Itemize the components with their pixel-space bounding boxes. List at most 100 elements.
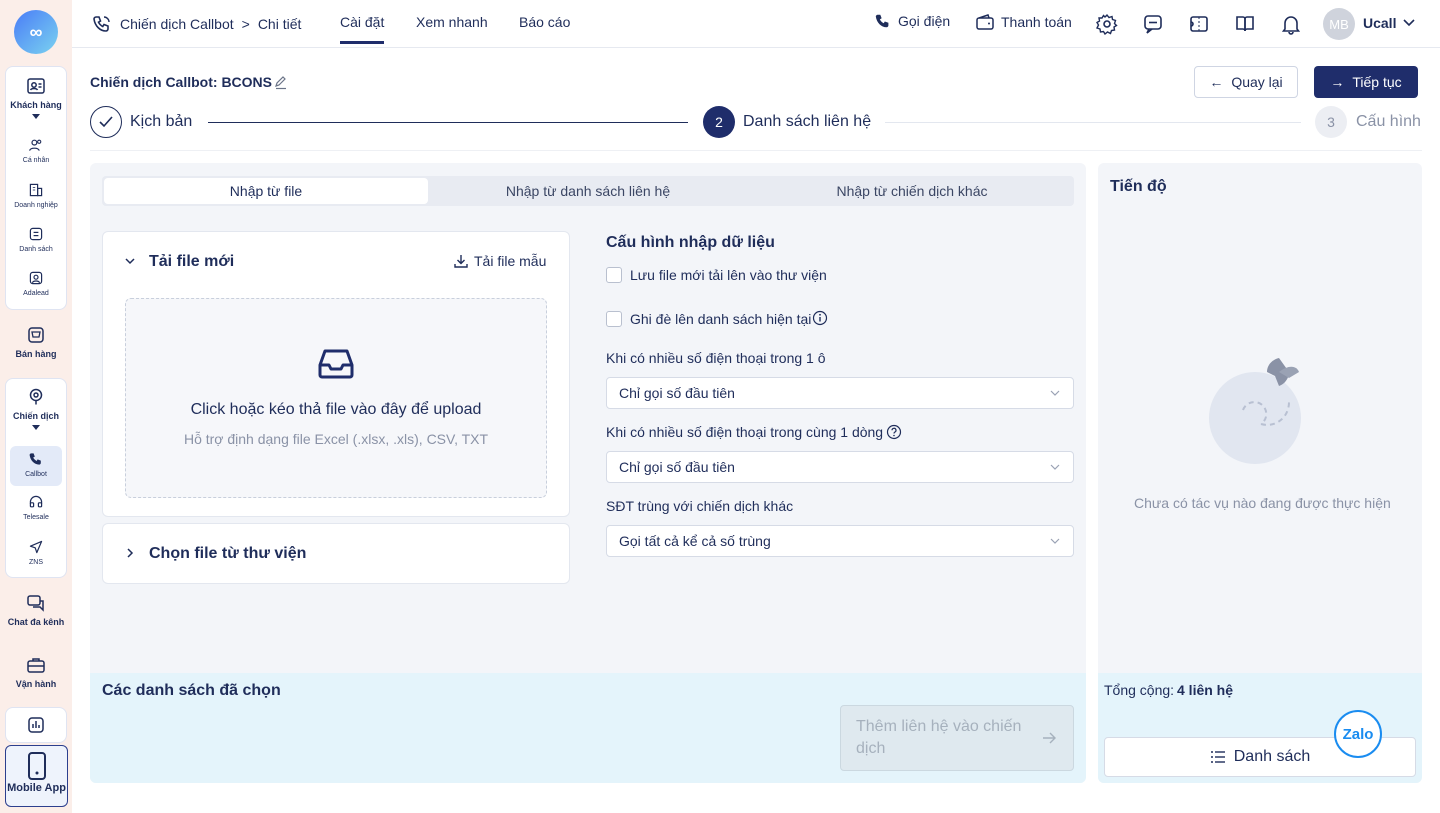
tab-report[interactable]: Báo cáo — [519, 14, 570, 30]
duplicate-select[interactable]: Gọi tất cả kể cả số trùng — [606, 525, 1074, 557]
multi-phone-row-select[interactable]: Chỉ gọi số đầu tiên — [606, 451, 1074, 483]
import-tabs: Nhập từ file Nhập từ danh sách liên hệ N… — [102, 176, 1074, 206]
continue-button[interactable]: → Tiếp tục — [1314, 66, 1418, 98]
add-contacts-button[interactable]: Thêm liên hệ vào chiến dịch — [840, 705, 1074, 771]
info-icon[interactable] — [812, 310, 828, 326]
chevron-down-icon[interactable] — [1403, 18, 1415, 28]
overwrite-checkbox[interactable] — [606, 311, 622, 327]
multi-phone-cell-value: Chỉ gọi số đầu tiên — [619, 385, 735, 401]
step-3-label: Cấu hình — [1356, 113, 1421, 130]
sidebar-item-operations[interactable]: Vận hành — [0, 655, 72, 689]
overwrite-label: Ghi đè lên danh sách hiện tại — [630, 311, 812, 327]
sidebar-item-campaign[interactable]: Chiến dịch — [0, 387, 72, 430]
sidebar-item-telesale[interactable]: Telesale — [0, 494, 72, 521]
tab-import-campaign[interactable]: Nhập từ chiến dịch khác — [750, 176, 1074, 206]
sidebar-item-personal[interactable]: Cá nhân — [0, 137, 72, 164]
step-2-number: 2 — [703, 106, 735, 138]
sidebar-item-sales[interactable]: Bán hàng — [0, 325, 72, 359]
sidebar-item-business[interactable]: Doanh nghiệp — [0, 182, 72, 209]
check-icon — [99, 116, 113, 128]
call-button[interactable]: Gọi điện — [874, 12, 950, 30]
add-contacts-label: Thêm liên hệ vào chiến dịch — [856, 718, 1022, 757]
sidebar-item-callbot[interactable]: Callbot — [0, 451, 72, 478]
briefcase-icon — [27, 658, 45, 673]
mobile-app-button[interactable]: Mobile App — [5, 745, 68, 807]
breadcrumb-separator: > — [241, 16, 250, 32]
dropzone-text: Click hoặc kéo thả file vào đây để uploa… — [190, 401, 482, 418]
save-library-checkbox[interactable] — [606, 267, 622, 283]
chevron-down-icon — [1050, 538, 1060, 544]
headset-icon — [29, 495, 43, 508]
sidebar-item-customers[interactable]: Khách hàng — [0, 76, 72, 119]
send-icon — [29, 540, 43, 554]
ucall-logo[interactable]: ∞ — [14, 10, 58, 54]
step-line-2 — [885, 122, 1301, 123]
divider — [90, 150, 1422, 151]
upload-dropzone[interactable]: Click hoặc kéo thả file vào đây để uploa… — [125, 298, 547, 498]
phone-icon — [29, 453, 41, 465]
download-template-link[interactable]: Tải file mẫu — [454, 253, 546, 269]
duplicate-value: Gọi tất cả kể cả số trùng — [619, 533, 771, 549]
bell-icon[interactable] — [1280, 13, 1302, 35]
multi-phone-row-label: Khi có nhiều số điện thoại trong cùng 1 … — [606, 424, 884, 440]
tab-import-contacts[interactable]: Nhập từ danh sách liên hệ — [426, 176, 750, 206]
chevron-down-icon — [1050, 390, 1060, 396]
tab-settings[interactable]: Cài đặt — [340, 14, 385, 44]
download-icon — [454, 255, 468, 268]
multi-phone-cell-select[interactable]: Chỉ gọi số đầu tiên — [606, 377, 1074, 409]
total-value: 4 liên hệ — [1177, 682, 1234, 698]
sidebar-item-report[interactable] — [0, 715, 72, 735]
step-3-number: 3 — [1315, 106, 1347, 138]
phone-icon — [875, 14, 889, 28]
back-button[interactable]: ← Quay lại — [1194, 66, 1298, 98]
upload-title: Tải file mới — [149, 253, 235, 270]
sidebar: ∞ Khách hàng Cá nhân Doanh nghiệp Danh s… — [0, 0, 72, 813]
selected-lists-title: Các danh sách đã chọn — [102, 682, 281, 699]
zalo-label: Zalo — [1342, 725, 1374, 743]
chevron-down-icon[interactable] — [124, 255, 136, 267]
help-icon[interactable] — [886, 424, 902, 440]
download-template-label: Tải file mẫu — [474, 253, 547, 269]
ticket-icon[interactable] — [1188, 13, 1210, 35]
chart-icon — [28, 717, 44, 733]
wallet-icon — [976, 14, 994, 30]
gear-icon[interactable] — [1096, 13, 1118, 35]
edit-icon[interactable] — [273, 74, 289, 90]
sidebar-item-zns[interactable]: ZNS — [0, 539, 72, 566]
step-line-1 — [208, 122, 688, 123]
call-label: Gọi điện — [898, 13, 951, 29]
empty-state-illustration — [1209, 358, 1301, 464]
campaign-icon — [29, 388, 43, 405]
person-icon — [29, 139, 42, 151]
step-1-check — [90, 106, 122, 138]
book-icon[interactable] — [1234, 13, 1256, 35]
arrow-right-icon — [1043, 732, 1056, 744]
config-title: Cấu hình nhập dữ liệu — [606, 234, 775, 251]
arrow-left-icon: ← — [1209, 74, 1224, 90]
sidebar-item-list[interactable]: Danh sách — [0, 226, 72, 253]
tab-quick-view[interactable]: Xem nhanh — [416, 14, 488, 30]
chevron-down-icon — [1050, 464, 1060, 470]
message-icon[interactable] — [1142, 13, 1164, 35]
user-name[interactable]: Ucall — [1363, 15, 1396, 31]
caret-down-icon — [32, 425, 40, 430]
tab-import-file[interactable]: Nhập từ file — [104, 178, 428, 204]
dropzone-hint: Hỗ trợ định dạng file Excel (.xlsx, .xls… — [183, 431, 489, 447]
breadcrumb-root[interactable]: Chiến dịch Callbot — [120, 16, 234, 32]
sidebar-item-omnichat[interactable]: Chat đa kênh — [0, 593, 72, 627]
caret-down-icon — [32, 114, 40, 119]
contacts-icon — [27, 78, 45, 94]
progress-empty-text: Chưa có tác vụ nào đang được thực hiện — [1134, 495, 1391, 511]
payment-label: Thanh toán — [1001, 14, 1072, 30]
total-label: Tổng cộng: — [1104, 682, 1175, 698]
breadcrumb-current: Chi tiết — [257, 16, 302, 32]
chevron-right-icon[interactable] — [124, 547, 136, 559]
zalo-chat-button[interactable]: Zalo — [1334, 710, 1382, 758]
library-title: Chọn file từ thư viện — [149, 545, 307, 562]
multi-phone-row-value: Chỉ gọi số đầu tiên — [619, 459, 735, 475]
avatar[interactable]: MB — [1323, 8, 1355, 40]
payment-button[interactable]: Thanh toán — [975, 12, 1072, 32]
duplicate-label: SĐT trùng với chiến dịch khác — [606, 498, 794, 514]
campaign-title: Chiến dịch Callbot: BCONS — [90, 74, 272, 90]
sidebar-item-adalead[interactable]: Adalead — [0, 270, 72, 297]
